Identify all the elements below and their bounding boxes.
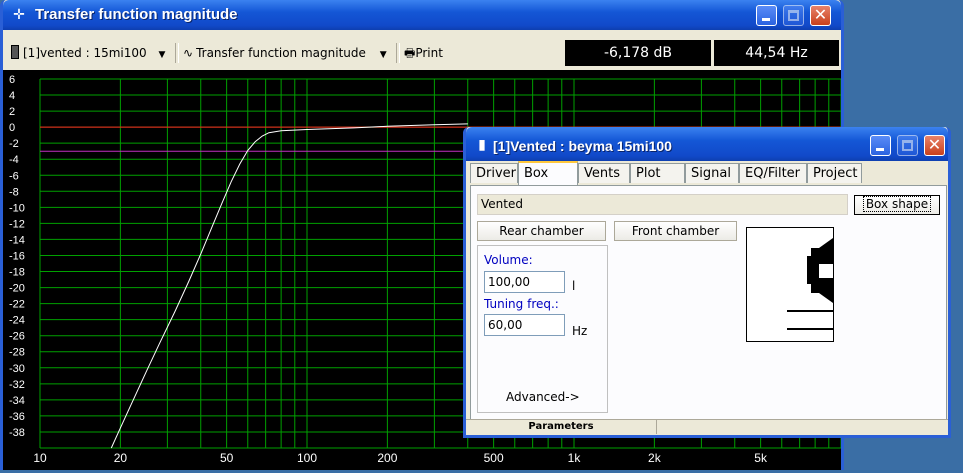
y-tick-label: -22 (9, 299, 25, 311)
y-tick-label: -6 (9, 170, 19, 182)
print-button[interactable]: 🖶Print (404, 43, 443, 63)
x-tick-label: 5k (754, 451, 768, 465)
crosshair-icon: ✛ (13, 7, 25, 23)
y-tick-label: -16 (9, 250, 25, 262)
tuning-unit: Hz (572, 324, 588, 338)
front-chamber-button[interactable]: Front chamber (614, 221, 737, 241)
y-tick-label: 4 (9, 90, 15, 102)
x-tick-label: 20 (114, 451, 128, 465)
tab-box[interactable]: Box (518, 161, 578, 185)
x-tick-label: 50 (220, 451, 234, 465)
maximize-icon (902, 140, 913, 151)
x-tick-label: 10 (33, 451, 47, 465)
y-tick-label: 2 (9, 106, 15, 118)
main-toolbar: [1]vented : 15mi100 ▼ ∿ Transfer function… (3, 37, 841, 70)
y-tick-label: -12 (9, 218, 25, 230)
tuning-input[interactable]: 60,00 (484, 314, 565, 336)
y-tick-label: -32 (9, 379, 25, 391)
dialog-title: [1]Vented : beyma 15mi100 (493, 138, 672, 154)
y-tick-label: -28 (9, 347, 25, 359)
print-label: Print (415, 46, 443, 60)
hz-readout: 44,54 Hz (714, 40, 839, 66)
volume-input[interactable]: 100,00 (484, 271, 565, 293)
box-tab-panel: Vented Box shape Rear chamber Front cham… (470, 185, 947, 421)
printer-icon: 🖶 (404, 46, 416, 60)
maximize-button[interactable] (783, 5, 804, 26)
driver-select[interactable]: [1]vented : 15mi100 ▼ (11, 43, 165, 63)
y-tick-label: -26 (9, 331, 25, 343)
volume-unit: l (572, 279, 576, 293)
y-tick-label: -24 (9, 315, 25, 327)
driver-icon (11, 45, 19, 59)
y-tick-label: -2 (9, 138, 19, 150)
speaker-box-illustration (787, 238, 833, 330)
dialog-close-button[interactable]: ✕ (924, 135, 945, 156)
y-tick-label: 6 (9, 74, 15, 86)
driver-icon: ▮ (478, 137, 486, 153)
y-tick-label: -18 (9, 267, 25, 279)
box-diagram (746, 227, 834, 342)
dialog-status-bar: Parameters (466, 419, 948, 435)
driver-select-label: [1]vented : 15mi100 (23, 46, 147, 60)
y-tick-label: -8 (9, 186, 19, 198)
rear-chamber-button[interactable]: Rear chamber (477, 221, 606, 241)
chevron-down-icon: ▼ (379, 50, 387, 60)
y-tick-label: -30 (9, 363, 25, 375)
box-dialog: ▮ [1]Vented : beyma 15mi100 ✕ Driver Box… (463, 127, 951, 438)
db-readout: -6,178 dB (565, 40, 711, 66)
toolbar-separator (396, 43, 400, 63)
y-tick-label: -14 (9, 234, 25, 246)
x-tick-label: 200 (377, 451, 397, 465)
plot-select[interactable]: ∿ Transfer function magnitude ▼ (183, 43, 387, 63)
maximize-icon (788, 10, 799, 21)
y-tick-label: -36 (9, 411, 25, 423)
main-window-title: Transfer function magnitude (35, 6, 238, 23)
x-tick-label: 2k (648, 451, 662, 465)
y-tick-label: -20 (9, 283, 25, 295)
tab-signal[interactable]: Signal (685, 163, 739, 183)
y-tick-label: -38 (9, 427, 25, 439)
close-icon: ✕ (927, 135, 942, 154)
chevron-down-icon: ▼ (158, 50, 166, 60)
box-shape-button[interactable]: Box shape (854, 195, 940, 215)
tab-vents[interactable]: Vents (578, 163, 630, 183)
wave-icon: ∿ (183, 46, 194, 60)
dialog-minimize-button[interactable] (870, 135, 891, 156)
close-icon: ✕ (813, 5, 828, 24)
dialog-maximize-button[interactable] (897, 135, 918, 156)
dialog-title-bar[interactable]: ▮ [1]Vented : beyma 15mi100 ✕ (466, 127, 948, 161)
tuning-label: Tuning freq.: (484, 297, 559, 311)
x-tick-label: 1k (568, 451, 582, 465)
tab-driver[interactable]: Driver (470, 163, 518, 183)
tab-plot[interactable]: Plot (630, 163, 685, 183)
box-type-field: Vented (477, 194, 848, 215)
chamber-params-group: Volume: 100,00 l Tuning freq.: 60,00 Hz … (477, 245, 608, 413)
minimize-icon (876, 148, 884, 151)
y-tick-label: -10 (9, 202, 25, 214)
minimize-icon (762, 18, 770, 21)
y-tick-label: -4 (9, 154, 19, 166)
main-title-bar[interactable]: ✛ Transfer function magnitude ✕ (3, 0, 841, 30)
volume-label: Volume: (484, 253, 533, 267)
close-button[interactable]: ✕ (810, 5, 831, 26)
y-tick-label: 0 (9, 122, 15, 134)
parameters-status: Parameters (466, 420, 657, 434)
box-shape-label: Box shape (862, 196, 932, 212)
tab-eq-filter[interactable]: EQ/Filter (739, 163, 807, 183)
plot-select-label: Transfer function magnitude (196, 46, 366, 60)
advanced-button[interactable]: Advanced-> (506, 390, 580, 404)
tab-project[interactable]: Project (807, 163, 862, 183)
minimize-button[interactable] (756, 5, 777, 26)
toolbar-separator (175, 43, 179, 63)
x-tick-label: 500 (484, 451, 504, 465)
y-tick-label: -34 (9, 395, 25, 407)
x-tick-label: 100 (297, 451, 317, 465)
